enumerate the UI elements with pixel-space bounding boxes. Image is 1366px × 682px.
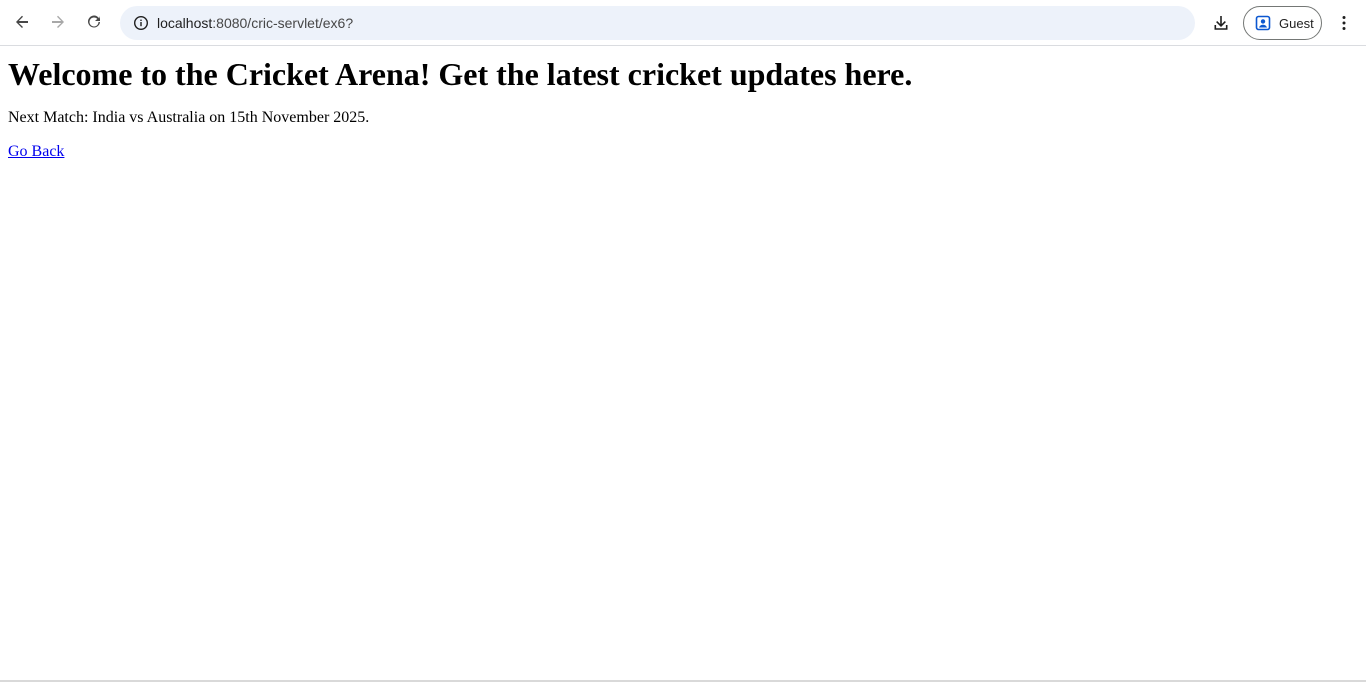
reload-button[interactable] — [79, 7, 109, 37]
reload-icon — [88, 15, 100, 28]
page-content: Welcome to the Cricket Arena! Get the la… — [0, 47, 1366, 680]
url-text[interactable]: localhost:8080/cric-servlet/ex6? — [157, 15, 353, 31]
page-heading: Welcome to the Cricket Arena! Get the la… — [8, 56, 913, 92]
more-vert-icon — [1342, 16, 1346, 30]
go-back-link[interactable]: Go Back — [8, 143, 64, 160]
download-icon — [1214, 16, 1228, 30]
person-icon — [1255, 15, 1271, 31]
arrow-right-icon — [52, 15, 64, 28]
address-bar[interactable]: localhost:8080/cric-servlet/ex6? — [120, 6, 1195, 40]
forward-button[interactable] — [43, 7, 73, 37]
browser-toolbar: localhost:8080/cric-servlet/ex6? Guest — [0, 0, 1366, 46]
info-icon — [133, 15, 149, 31]
site-info-button[interactable] — [128, 10, 154, 36]
back-button[interactable] — [7, 7, 37, 37]
url-host: localhost — [157, 15, 213, 31]
download-button[interactable] — [1206, 8, 1236, 38]
back-link-container: Go Back — [8, 143, 1358, 161]
arrow-left-icon — [16, 15, 28, 28]
url-path: :8080/cric-servlet/ex6? — [212, 15, 354, 31]
profile-label: Guest — [1279, 15, 1314, 31]
menu-button[interactable] — [1331, 8, 1357, 38]
next-match-text: Next Match: India vs Australia on 15th N… — [8, 109, 370, 126]
profile-button[interactable]: Guest — [1243, 6, 1322, 40]
